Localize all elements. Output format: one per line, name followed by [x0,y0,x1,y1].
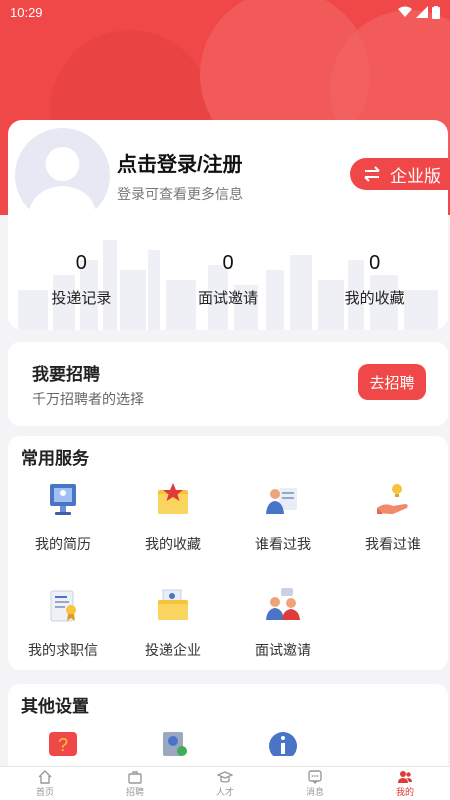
service-cover-letter[interactable]: 我的求职信 [8,586,118,674]
tab-label: 招聘 [125,787,144,797]
recruit-card: 我要招聘 千万招聘者的选择 去招聘 [8,342,448,426]
tab-messages[interactable]: 消息 [270,767,360,800]
service-label: 谁看过我 [255,536,311,552]
service-interview-invites[interactable]: 面试邀请 [228,586,338,674]
service-label: 面试邀请 [255,642,311,658]
favorite-folder-icon [158,483,188,514]
stat-value: 0 [75,252,87,274]
service-label: 我的收藏 [145,536,201,552]
bottom-tab-bar: 首页 招聘 人才 消息 我的 [0,766,450,800]
wifi-icon [398,6,412,17]
stat-label: 我的收藏 [344,290,405,307]
company-folder-icon [158,589,188,620]
tab-label: 首页 [35,787,54,797]
tab-mine[interactable]: 我的 [360,767,450,800]
stat-interviews[interactable]: 0 面试邀请 [155,252,302,308]
avatar[interactable] [15,128,110,223]
service-i-viewed[interactable]: 我看过谁 [338,480,448,568]
tab-label: 人才 [215,787,234,797]
recruit-subtitle: 千万招聘者的选择 [32,391,144,407]
recruit-title: 我要招聘 [32,365,100,384]
stat-label: 投递记录 [51,290,112,307]
status-time: 10:29 [10,4,43,20]
service-label: 投递企业 [145,642,201,658]
account-verify-icon [163,732,187,756]
interview-icon [266,588,300,620]
stat-value: 0 [222,252,234,274]
signal-icon [416,6,428,18]
tab-recruit[interactable]: 招聘 [90,767,180,800]
service-label: 我看过谁 [365,536,421,552]
go-recruit-button[interactable]: 去招聘 [358,364,426,400]
cover-letter-icon [50,590,76,622]
home-icon [38,770,52,784]
setting-about[interactable] [228,732,338,756]
service-my-resume[interactable]: 我的简历 [8,480,118,568]
tab-talent[interactable]: 人才 [180,767,270,800]
graduation-cap-icon [217,771,233,783]
profile-card: 点击登录/注册 登录可查看更多信息 企业版 0 投递记录 0 面试邀请 0 我的… [8,120,448,330]
battery-icon [432,5,440,19]
enterprise-switch-button[interactable]: 企业版 [350,158,448,190]
common-services-card: 常用服务 我的简历 我的收藏 谁看过我 我看过谁 我的求职信 投递企业 面试邀请 [8,436,448,670]
default-avatar-icon [27,147,98,223]
login-register-link[interactable]: 点击登录/注册 [117,148,243,177]
enterprise-label: 企业版 [390,166,441,186]
viewer-icon [266,488,297,514]
switch-arrows-icon [364,166,380,182]
setting-account[interactable] [118,732,228,756]
tab-label: 我的 [395,787,414,797]
service-label: 我的求职信 [28,642,98,658]
service-applied-companies[interactable]: 投递企业 [118,586,228,674]
service-label: 我的简历 [35,536,91,552]
service-who-viewed-me[interactable]: 谁看过我 [228,480,338,568]
stat-favorites[interactable]: 0 我的收藏 [301,252,448,308]
setting-help[interactable]: ? [8,732,118,756]
user-group-icon [398,771,412,783]
stat-label: 面试邀请 [198,290,259,307]
login-hint: 登录可查看更多信息 [117,186,243,202]
help-icon: ? [49,732,77,756]
tab-home[interactable]: 首页 [0,767,90,800]
status-bar: 10:29 [0,0,450,24]
message-icon [308,770,322,784]
stat-value: 0 [369,252,381,274]
info-icon [269,732,297,756]
section-title: 常用服务 [21,449,89,468]
tab-label: 消息 [305,787,324,797]
stats-row: 0 投递记录 0 面试邀请 0 我的收藏 [8,252,448,308]
briefcase-icon [128,771,142,784]
section-title: 其他设置 [21,697,89,716]
svg-text:?: ? [58,735,68,755]
resume-icon [50,484,76,515]
services-grid: 我的简历 我的收藏 谁看过我 我看过谁 我的求职信 投递企业 面试邀请 [8,480,448,674]
service-my-favorites[interactable]: 我的收藏 [118,480,228,568]
viewed-icon [377,484,408,514]
stat-applications[interactable]: 0 投递记录 [8,252,155,308]
